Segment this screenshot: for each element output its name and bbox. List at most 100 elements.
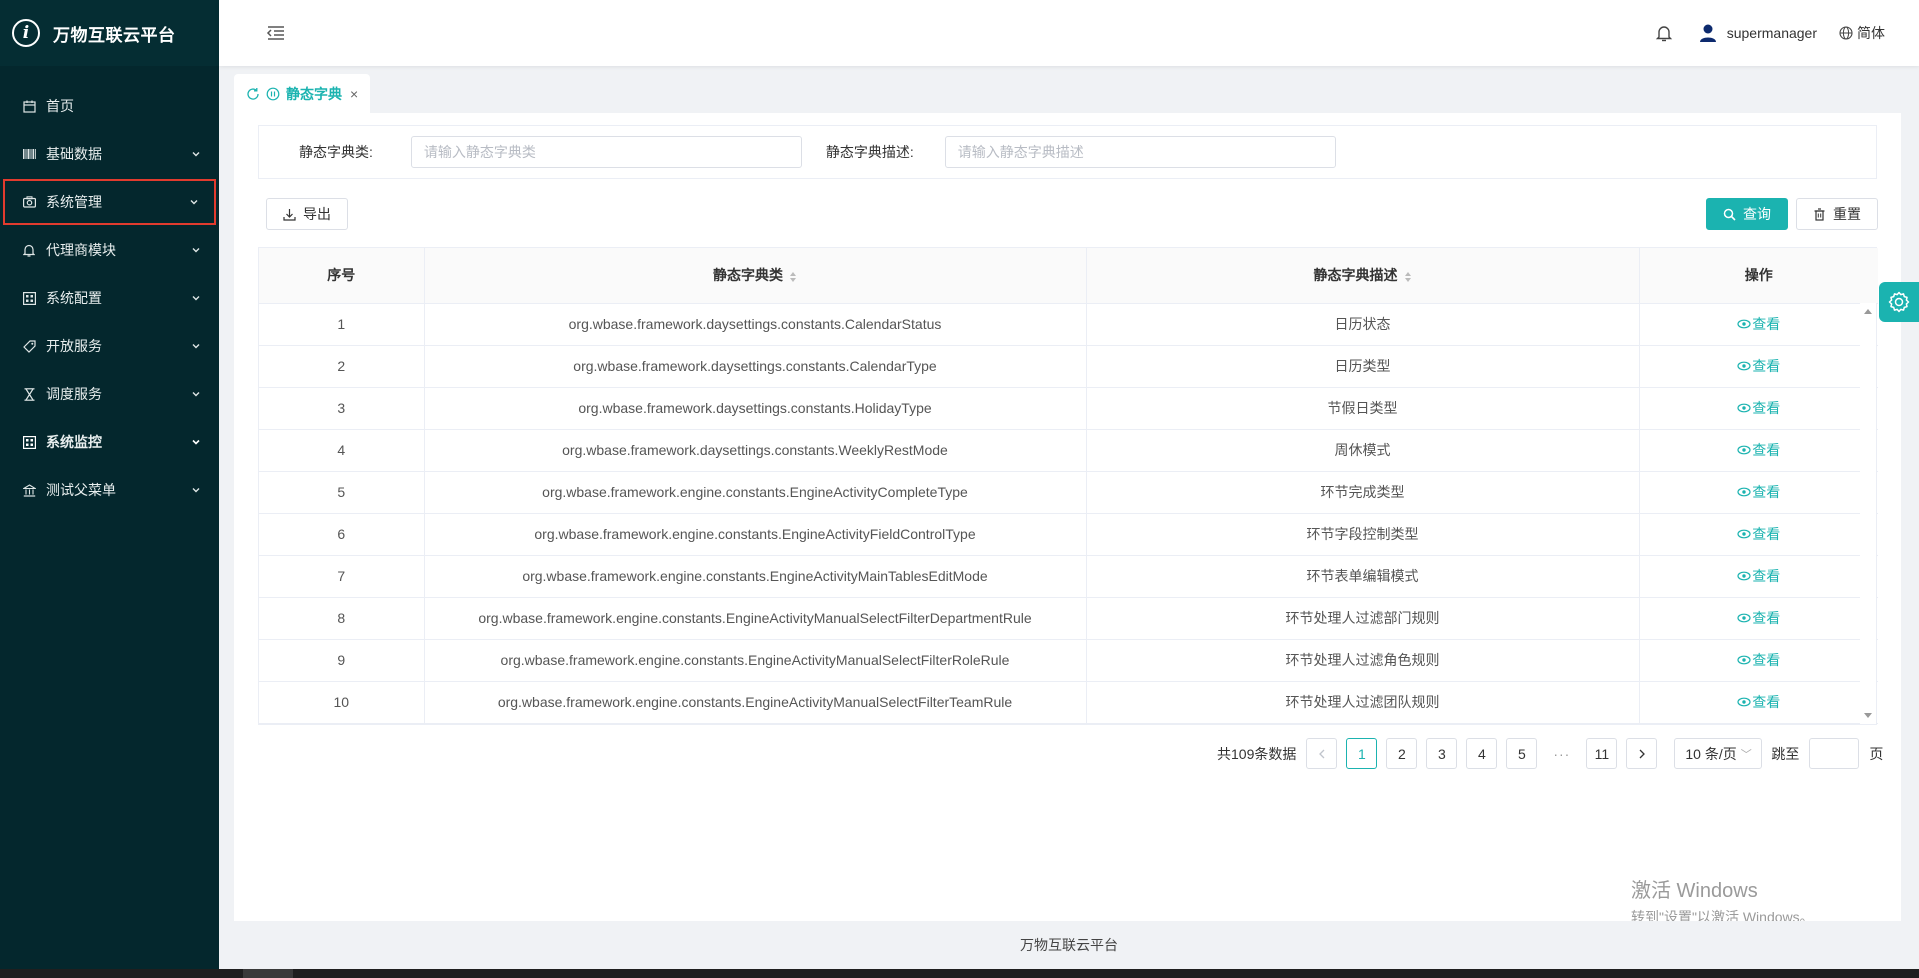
page-size-select[interactable]: 10 条/页 ﹀ (1674, 738, 1763, 769)
sidebar-item-label: 调度服务 (46, 386, 102, 402)
close-icon[interactable]: × (350, 86, 358, 102)
sidebar-item-label: 系统配置 (46, 290, 102, 306)
view-link[interactable]: 查看 (1737, 566, 1780, 586)
search-icon (1723, 208, 1736, 221)
column-header-index: 序号 (259, 248, 425, 304)
sidebar-item-label: 系统管理 (46, 194, 102, 210)
page-button-5[interactable]: 5 (1506, 738, 1538, 769)
pause-circle-icon (266, 87, 280, 100)
dictionary-table: 序号 静态字典类 静态字典描述 操作 1 org.wbase.framework.… (258, 247, 1878, 725)
export-button[interactable]: 导出 (266, 198, 348, 230)
cell-index: 5 (259, 471, 425, 514)
page-button-last[interactable]: 11 (1586, 738, 1618, 769)
sidebar-item-open-service[interactable]: 开放服务 (0, 322, 219, 370)
view-link[interactable]: 查看 (1737, 692, 1780, 712)
view-link[interactable]: 查看 (1737, 524, 1780, 544)
page-button-3[interactable]: 3 (1426, 738, 1458, 769)
chevron-down-icon (192, 392, 200, 397)
export-label: 导出 (303, 206, 331, 222)
cell-index: 6 (259, 513, 425, 556)
view-link[interactable]: 查看 (1737, 440, 1780, 460)
view-link[interactable]: 查看 (1737, 356, 1780, 376)
cell-actions: 查看 (1639, 345, 1878, 388)
notification-bell-icon[interactable] (1655, 24, 1673, 42)
view-link[interactable]: 查看 (1737, 650, 1780, 670)
sidebar-item-agent-module[interactable]: 代理商模块 (0, 226, 219, 274)
page-button-1[interactable]: 1 (1346, 738, 1378, 769)
table-row: 1 org.wbase.framework.daysettings.constan… (259, 303, 1878, 346)
user-menu[interactable]: supermanager (1699, 23, 1817, 43)
page-button-2[interactable]: 2 (1386, 738, 1418, 769)
cell-actions: 查看 (1639, 639, 1878, 682)
chevron-down-icon (192, 488, 200, 493)
sidebar-item-system-monitor[interactable]: 系统监控 (0, 418, 219, 466)
gear-icon (1888, 291, 1910, 313)
eye-icon (1737, 403, 1751, 413)
sidebar-item-basic-data[interactable]: 基础数据 (0, 130, 219, 178)
jump-page-input[interactable] (1809, 738, 1860, 769)
sidebar-menu: 首页 基础数据 系统管理 代理商模块 系统配置 开放服务 调度服务 系统监控 测… (0, 82, 219, 514)
view-label: 查看 (1752, 358, 1781, 374)
eye-icon (1737, 361, 1751, 371)
page-ellipsis[interactable]: ··· (1546, 746, 1577, 762)
desc-filter-input[interactable] (944, 136, 1336, 168)
trash-icon (1814, 207, 1825, 221)
sidebar-item-test-parent-menu[interactable]: 测试父菜单 (0, 466, 219, 514)
sidebar-item-label: 开放服务 (46, 338, 102, 354)
refresh-icon[interactable] (246, 87, 260, 101)
eye-icon (1737, 445, 1751, 455)
calendar-icon (22, 99, 36, 113)
cell-desc: 环节字段控制类型 (1086, 513, 1640, 556)
reset-button[interactable]: 重置 (1796, 198, 1878, 230)
query-button[interactable]: 查询 (1706, 198, 1788, 230)
column-header-desc[interactable]: 静态字典描述 (1086, 248, 1640, 304)
scroll-up-icon[interactable] (1864, 309, 1872, 314)
reset-label: 重置 (1833, 206, 1861, 222)
sort-icon[interactable] (789, 271, 797, 283)
app-logo[interactable]: i 万物互联云平台 (0, 0, 219, 66)
view-link[interactable]: 查看 (1737, 608, 1780, 628)
table-row: 8 org.wbase.framework.engine.constants.En… (259, 597, 1878, 640)
tab-label: 静态字典 (286, 85, 342, 102)
top-header: supermanager 简体 (219, 0, 1919, 66)
next-page-button[interactable] (1626, 738, 1658, 769)
sort-icon[interactable] (1404, 271, 1412, 283)
sidebar-item-label: 基础数据 (46, 146, 102, 162)
chevron-down-icon (192, 344, 200, 349)
class-filter-input[interactable] (410, 136, 802, 168)
view-link[interactable]: 查看 (1737, 314, 1780, 334)
header-actions: supermanager 简体 (1655, 23, 1919, 43)
cell-actions: 查看 (1639, 597, 1878, 640)
cell-desc: 环节完成类型 (1086, 471, 1640, 514)
page-button-4[interactable]: 4 (1466, 738, 1498, 769)
eye-icon (1737, 655, 1751, 665)
sidebar-item-schedule-service[interactable]: 调度服务 (0, 370, 219, 418)
table-scrollbar[interactable] (1860, 303, 1876, 724)
app-title: 万物互联云平台 (53, 25, 176, 45)
windows-activation-watermark: 激活 Windows 转到"设置"以激活 Windows。 (1631, 874, 1814, 927)
scroll-down-icon[interactable] (1864, 712, 1872, 718)
menu-fold-icon[interactable] (266, 23, 286, 43)
desc-filter-label: 静态字典描述: (825, 144, 914, 160)
language-label: 简体 (1857, 25, 1885, 41)
sidebar-item-label: 测试父菜单 (46, 482, 116, 498)
cell-actions: 查看 (1639, 387, 1878, 430)
sidebar-item-home[interactable]: 首页 (0, 82, 219, 130)
sidebar-item-system-management[interactable]: 系统管理 (2, 178, 217, 226)
chevron-down-icon (192, 439, 200, 445)
filter-form: 静态字典类: 静态字典描述: (258, 125, 1877, 179)
cell-class: org.wbase.framework.daysettings.constant… (424, 387, 1087, 430)
view-label: 查看 (1752, 484, 1781, 500)
view-link[interactable]: 查看 (1737, 398, 1780, 418)
page-size-value: 10 条/页 (1685, 745, 1737, 762)
column-header-class[interactable]: 静态字典类 (424, 248, 1087, 304)
cell-actions: 查看 (1639, 513, 1878, 556)
theme-settings-button[interactable] (1879, 282, 1919, 322)
language-switch[interactable]: 简体 (1839, 23, 1885, 43)
footer-text: 万物互联云平台 (1020, 937, 1118, 953)
view-link[interactable]: 查看 (1737, 482, 1780, 502)
tab-static-dictionary[interactable]: 静态字典 × (234, 74, 371, 113)
prev-page-button[interactable] (1306, 738, 1338, 769)
sidebar-item-system-config[interactable]: 系统配置 (0, 274, 219, 322)
eye-icon (1737, 529, 1751, 539)
